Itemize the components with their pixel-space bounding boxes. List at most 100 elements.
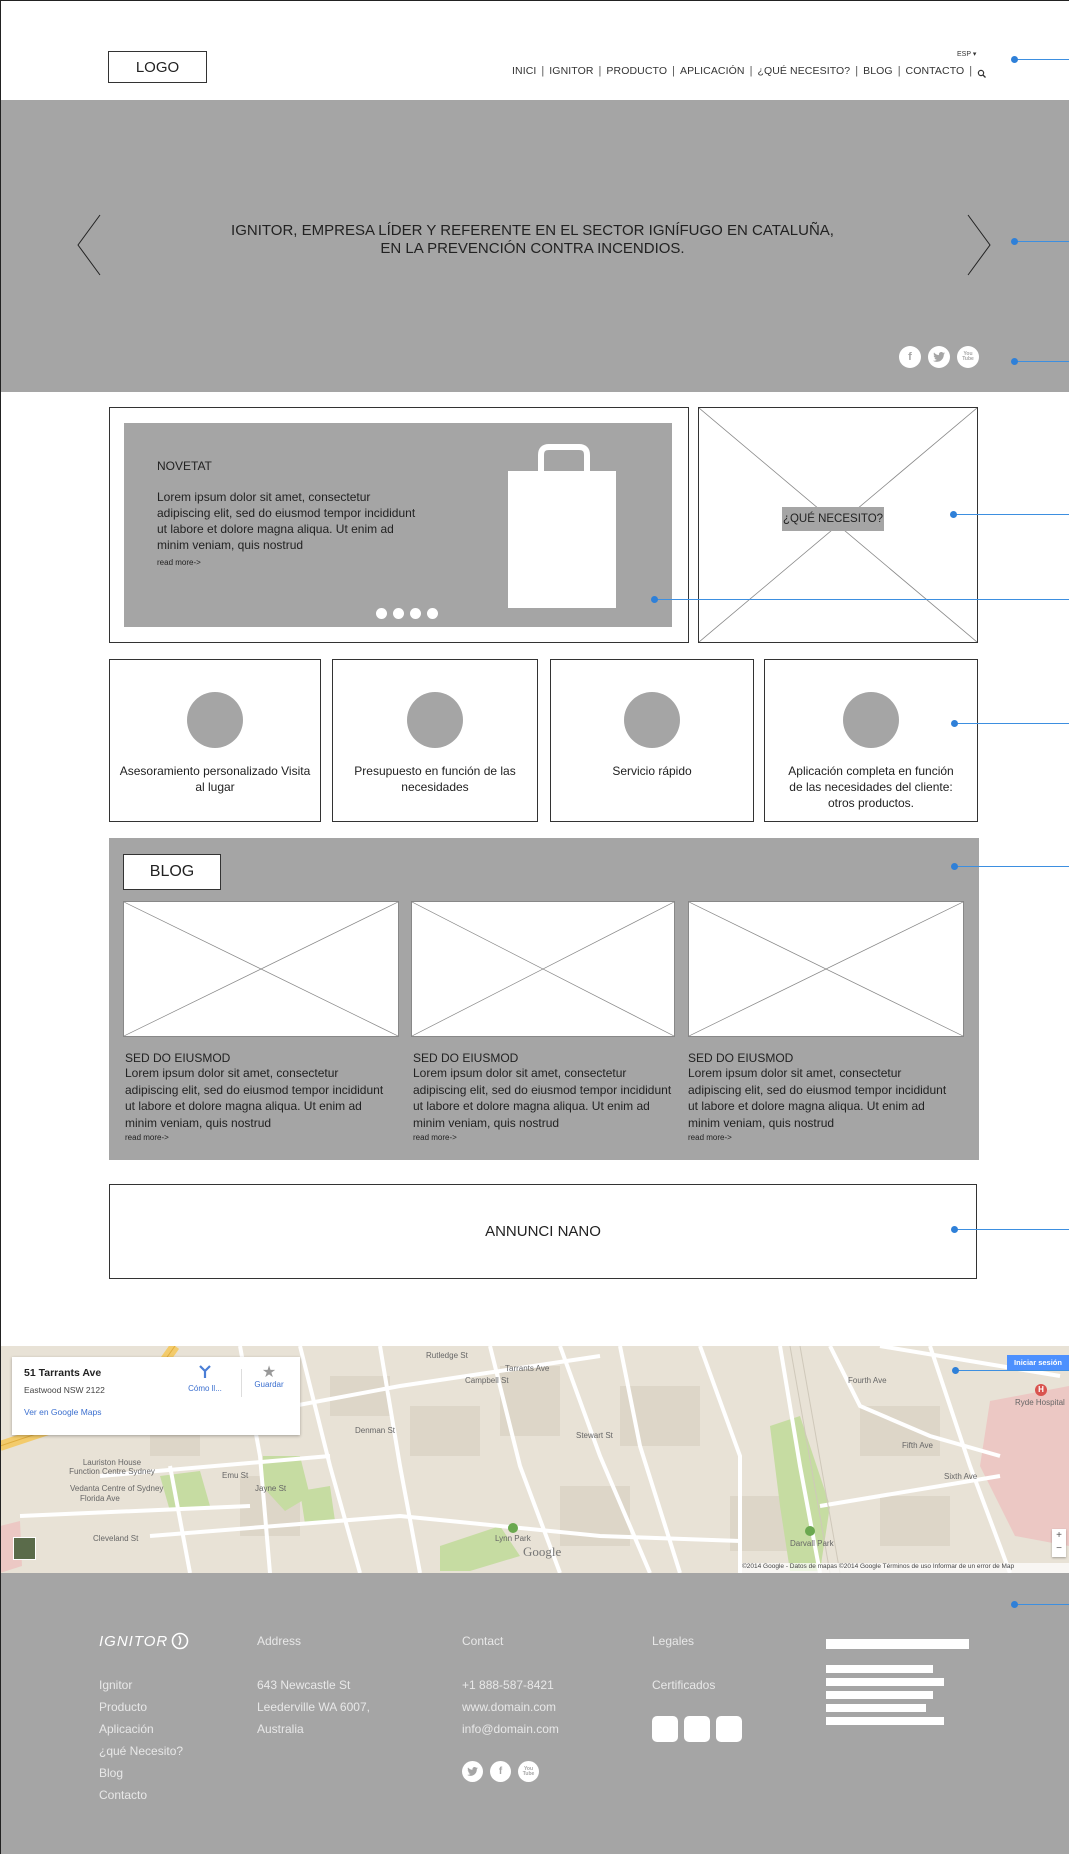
footer-address-heading: Address [257,1634,302,1648]
cert-badge[interactable] [652,1716,678,1742]
annotation-callout [951,863,1069,870]
youtube-icon[interactable]: You Tube [518,1761,539,1782]
footer-link-producto[interactable]: Producto [99,1696,183,1718]
novetat-read-more[interactable]: read more-> [157,558,201,567]
feature-icon [624,692,680,748]
footer-social: f You Tube [462,1761,539,1782]
map-address-title: 51 Tarrants Ave [24,1367,102,1379]
blog-post[interactable]: SED DO EIUSMOD Lorem ipsum dolor sit ame… [688,901,964,1142]
slider-next-arrow[interactable] [966,214,992,276]
google-logo: Google [523,1544,562,1559]
nav-ignitor[interactable]: IGNITOR [549,65,593,77]
banner-ad[interactable]: ANNUNCI NANO [109,1184,977,1279]
feature-icon [187,692,243,748]
feature-text: Aplicación completa en función de las ne… [788,764,954,810]
blog-post-heading: SED DO EIUSMOD [413,1051,519,1065]
map-card-divider [241,1369,242,1397]
novetat-text: Lorem ipsum dolor sit amet, consectetur … [157,490,416,552]
slider-dot[interactable] [376,608,387,619]
blog-image [123,901,399,1037]
blog-section: BLOG SED DO EIUSMOD Lorem ipsum dolor si… [109,838,979,1160]
blog-post-text: Lorem ipsum dolor sit amet, consectetur … [413,1066,672,1130]
facebook-icon[interactable]: f [490,1761,511,1782]
twitter-icon[interactable] [462,1761,483,1782]
annotation-callout [951,720,1069,727]
blog-post[interactable]: SED DO EIUSMOD Lorem ipsum dolor sit ame… [411,901,677,1142]
novetat-box: NOVETAT Lorem ipsum dolor sit amet, cons… [109,407,689,643]
footer-website[interactable]: www.domain.com [462,1696,559,1718]
star-icon: ★ [261,1364,277,1381]
footer-link-blog[interactable]: Blog [99,1762,183,1784]
nav-inici[interactable]: INICI [512,65,536,77]
cert-badge[interactable] [716,1716,742,1742]
slider-dot[interactable] [427,608,438,619]
map-info-card: 51 Tarrants Ave Eastwood NSW 2122 Ver en… [12,1357,300,1435]
footer-link-que-necesito[interactable]: ¿qué Necesito? [99,1740,183,1762]
main-nav: INICI | IGNITOR | PRODUCTO | APLICACIÓN | ¿Q… [512,65,987,78]
text-line [826,1639,969,1649]
annotation-callout [952,1367,1069,1374]
feature-card: Asesoramiento personalizado Visita al lu… [109,659,321,822]
youtube-icon[interactable]: You Tube [957,346,979,368]
annotation-callout [1011,358,1069,365]
blog-title[interactable]: BLOG [123,854,221,890]
footer-link-contacto[interactable]: Contacto [99,1784,183,1806]
zoom-out-button[interactable]: − [1052,1542,1066,1555]
logo[interactable]: LOGO [108,51,207,83]
text-line [826,1704,926,1712]
blog-post-heading: SED DO EIUSMOD [125,1051,231,1065]
novetat-slide: NOVETAT Lorem ipsum dolor sit amet, cons… [124,423,672,627]
feature-text: Servicio rápido [612,764,692,778]
footer-logo[interactable]: IGNITOR [99,1632,189,1650]
satellite-thumbnail[interactable] [13,1537,36,1560]
slider-prev-arrow[interactable] [76,214,102,276]
blog-read-more[interactable]: read more-> [125,1133,399,1142]
annotation-callout [1011,1601,1069,1608]
footer-email[interactable]: info@domain.com [462,1718,559,1740]
map-park-marker [805,1526,815,1536]
blog-post[interactable]: SED DO EIUSMOD Lorem ipsum dolor sit ame… [123,901,399,1142]
nav-que-necesito[interactable]: ¿QUÉ NECESITO? [757,65,850,77]
twitter-icon[interactable] [928,346,950,368]
slider-dot[interactable] [410,608,421,619]
save-button[interactable]: ★ Guardar [249,1364,289,1390]
footer-link-ignitor[interactable]: Ignitor [99,1674,183,1696]
blog-image [411,901,675,1037]
nav-contacto[interactable]: CONTACTO [906,65,965,77]
footer-cert-badges [652,1716,742,1742]
annotation-callout [951,1226,1069,1233]
facebook-icon[interactable]: f [899,346,921,368]
feature-text: Presupuesto en función de las necesidade… [354,764,516,794]
que-necesito-label[interactable]: ¿QUÉ NECESITO? [782,507,884,531]
footer-contact: +1 888-587-8421 www.domain.com info@doma… [462,1674,559,1740]
map-link[interactable]: Ver en Google Maps [24,1407,102,1417]
hospital-icon: H [1035,1384,1047,1396]
feature-icon [407,692,463,748]
text-line [826,1665,933,1673]
map[interactable]: Rutledge St Campbell St Tarrants Ave Ste… [0,1346,1069,1573]
feature-card: Presupuesto en función de las necesidade… [332,659,538,822]
footer-phone[interactable]: +1 888-587-8421 [462,1674,559,1696]
footer: IGNITOR Ignitor Producto Aplicación ¿qué… [0,1573,1069,1854]
nav-producto[interactable]: PRODUCTO [606,65,667,77]
slider-dot[interactable] [393,608,404,619]
nav-aplicacion[interactable]: APLICACIÓN [680,65,745,77]
signin-button[interactable]: Iniciar sesión [1007,1355,1069,1370]
hero-headline: IGNITOR, EMPRESA LÍDER Y REFERENTE EN EL… [231,222,834,257]
search-icon[interactable] [977,66,987,78]
hospital-label: Ryde Hospital [1015,1398,1065,1407]
blog-post-heading: SED DO EIUSMOD [688,1051,794,1065]
blog-read-more[interactable]: read more-> [688,1133,964,1142]
blog-read-more[interactable]: read more-> [413,1133,677,1142]
language-selector[interactable]: ESP ▾ [957,50,976,58]
footer-link-certificados[interactable]: Certificados [652,1674,715,1696]
cert-badge[interactable] [684,1716,710,1742]
text-line [826,1717,944,1725]
que-necesito-box[interactable]: ¿QUÉ NECESITO? [698,407,978,643]
feature-icon [843,692,899,748]
zoom-in-button[interactable]: + [1052,1529,1066,1542]
nav-blog[interactable]: BLOG [863,65,893,77]
footer-link-aplicacion[interactable]: Aplicación [99,1718,183,1740]
directions-button[interactable]: Cómo ll... [185,1365,225,1393]
zoom-control[interactable]: + − [1052,1529,1066,1557]
